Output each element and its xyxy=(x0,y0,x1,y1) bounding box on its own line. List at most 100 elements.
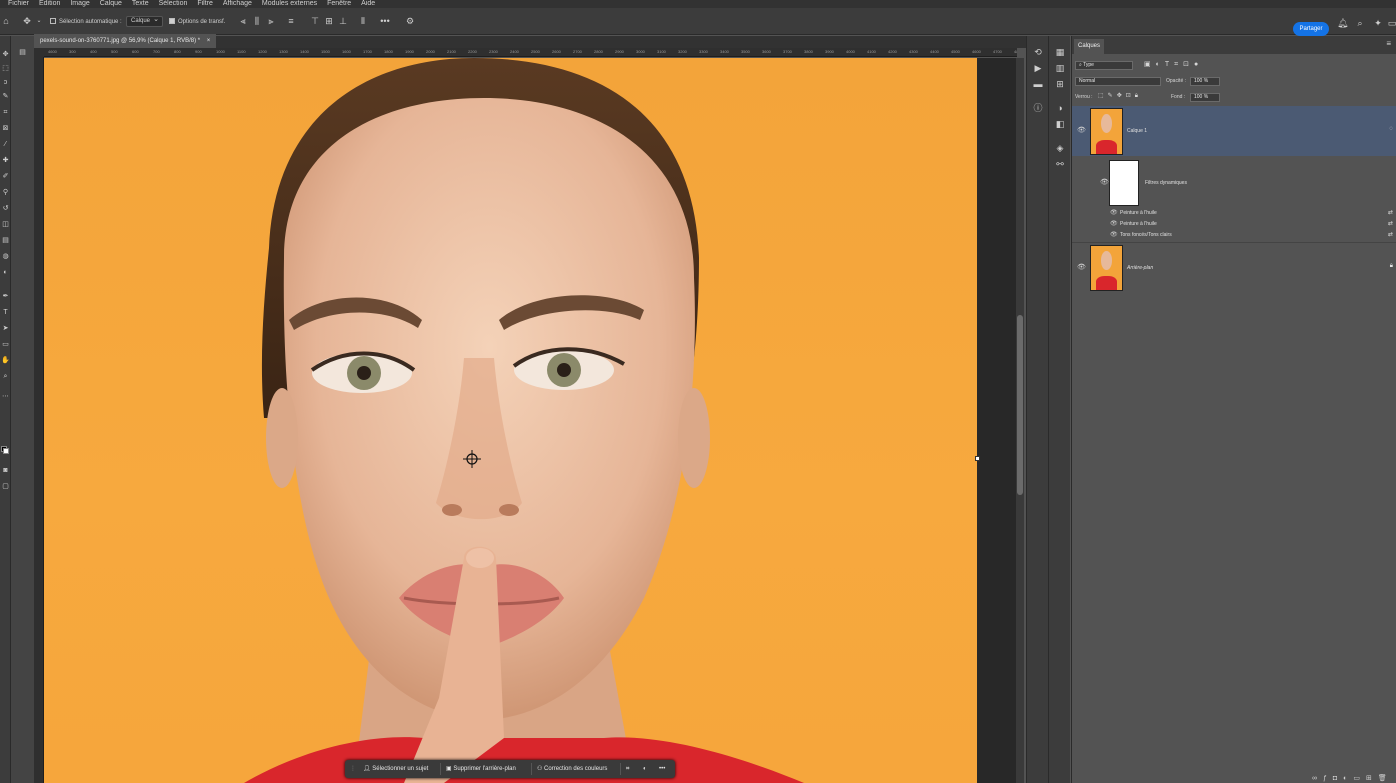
color-correction-button[interactable]: ⚇ Correction des couleurs xyxy=(537,764,607,774)
blend-options-icon[interactable]: ⇄ xyxy=(1388,220,1393,227)
gear-icon[interactable]: ⚙ xyxy=(405,16,415,26)
transform-handle[interactable] xyxy=(975,456,980,461)
share-button[interactable]: Partager xyxy=(1293,22,1329,36)
hand-tool-icon[interactable]: ✋ xyxy=(1,356,10,365)
workspace-icon[interactable]: ▭ xyxy=(1387,18,1396,28)
blend-options-icon[interactable]: ⇄ xyxy=(1388,209,1393,216)
eyedropper-tool-icon[interactable]: ⁄ xyxy=(1,140,10,149)
fill-input[interactable]: 100 % xyxy=(1190,93,1220,102)
distribute-vertical-icon[interactable]: ⦀ xyxy=(358,16,368,26)
shape-tool-icon[interactable]: ▭ xyxy=(1,340,10,349)
image-filter-icon[interactable]: ▣ xyxy=(1144,61,1156,68)
layer-row-background[interactable]: 👁︎ Arrière-plan 🔒︎ xyxy=(1072,242,1396,292)
trash-icon[interactable]: 🗑︎ xyxy=(1378,775,1393,782)
visibility-eye-icon[interactable]: 👁︎ xyxy=(1110,209,1118,216)
visibility-eye-icon[interactable]: 👁︎ xyxy=(1110,231,1118,238)
scrollbar-thumb[interactable] xyxy=(1017,315,1023,495)
properties-icon[interactable]: ◧ xyxy=(1053,118,1067,130)
lightbulb-icon[interactable]: ✦ xyxy=(1373,18,1383,28)
menu-window[interactable]: Fenêtre xyxy=(327,0,351,8)
adjustment-icon[interactable]: ◐ xyxy=(1343,775,1353,782)
background-color-swatch[interactable] xyxy=(3,448,9,454)
history-brush-icon[interactable]: ↺ xyxy=(1,204,10,213)
align-right-icon[interactable]: ⫸ xyxy=(266,16,276,26)
paths-icon[interactable]: ⚯ xyxy=(1053,158,1067,170)
info-icon[interactable]: ⓘ xyxy=(1031,102,1045,114)
layers-icon[interactable]: ◈ xyxy=(1053,142,1067,154)
align-middle-icon[interactable]: ⊞ xyxy=(324,16,334,26)
search-icon[interactable]: ⌕ xyxy=(1355,18,1365,28)
align-bottom-icon[interactable]: ⊥ xyxy=(338,16,348,26)
menu-file[interactable]: Fichier xyxy=(8,0,29,8)
path-select-icon[interactable]: ➤ xyxy=(1,324,10,333)
remove-background-button[interactable]: ▣ Supprimer l'arrière-plan xyxy=(446,764,516,774)
brush-tool-icon[interactable]: ✐ xyxy=(1,172,10,181)
lock-transparency-icon[interactable]: ⬚ xyxy=(1098,93,1108,99)
opacity-input[interactable]: 100 % xyxy=(1190,77,1220,86)
marquee-tool-icon[interactable]: ⬚ xyxy=(1,64,10,73)
visibility-eye-icon[interactable]: 👁︎ xyxy=(1110,220,1118,227)
more-button[interactable]: ••• xyxy=(659,764,665,774)
adjustment-filter-icon[interactable]: ◐ xyxy=(1156,61,1165,68)
bell-icon[interactable]: 🔔︎ xyxy=(1337,18,1348,28)
blur-tool-icon[interactable]: ◍ xyxy=(1,252,10,261)
contrast-icon[interactable]: ◐ xyxy=(643,764,647,774)
filter-row-shadows-highlights[interactable]: 👁︎ Tons foncés/Tons clairs ⇄ xyxy=(1072,230,1396,241)
visibility-eye-icon[interactable]: 👁︎ xyxy=(1077,126,1086,134)
smart-object-filter-icon[interactable]: ⊡ xyxy=(1183,61,1194,68)
chevron-down-icon[interactable]: ⌄ xyxy=(34,16,44,26)
portrait-photo[interactable] xyxy=(44,58,977,783)
panel-menu-icon[interactable]: ≡ xyxy=(1386,39,1391,48)
stamp-tool-icon[interactable]: ⚲ xyxy=(1,188,10,197)
folder-icon[interactable]: ▭ xyxy=(1353,775,1366,782)
filter-row-oil-paint-2[interactable]: 👁︎ Peinture à l'huile ⇄ xyxy=(1072,219,1396,230)
mask-icon[interactable]: ◘ xyxy=(1333,775,1343,782)
healing-brush-icon[interactable]: ✚ xyxy=(1,156,10,165)
lasso-tool-icon[interactable]: ↄ xyxy=(1,78,10,87)
layer-row-calque-1[interactable]: 👁︎ Calque 1 ◌ xyxy=(1072,106,1396,156)
fx-icon[interactable]: ƒ xyxy=(1323,775,1333,782)
type-filter-icon[interactable]: T xyxy=(1165,61,1174,68)
document-tab[interactable]: pexels-sound-on-3760771.jpg @ 56,9% (Cal… xyxy=(34,34,217,48)
screen-mode-icon[interactable]: ▢ xyxy=(1,482,10,491)
zoom-tool-icon[interactable]: ⌕ xyxy=(1,372,10,381)
filter-toggle-icon[interactable]: ● xyxy=(1194,61,1203,68)
visibility-eye-icon[interactable]: 👁︎ xyxy=(1100,178,1109,186)
ruler-vertical[interactable] xyxy=(34,57,44,783)
quick-select-tool-icon[interactable]: ✎ xyxy=(1,92,10,101)
swatches-icon[interactable]: ▦ xyxy=(1053,46,1067,58)
menu-edit[interactable]: Edition xyxy=(39,0,60,8)
type-tool-icon[interactable]: T xyxy=(1,308,10,317)
visibility-eye-icon[interactable]: 👁︎ xyxy=(1077,263,1086,271)
quick-mask-icon[interactable]: ◙ xyxy=(1,466,10,475)
menu-image[interactable]: Image xyxy=(70,0,89,8)
smart-filter-icon[interactable]: ◌ xyxy=(1389,126,1393,132)
more-options-button[interactable]: ••• xyxy=(380,16,390,26)
patterns-icon[interactable]: ⊞ xyxy=(1053,78,1067,90)
menu-help[interactable]: Aide xyxy=(361,0,375,8)
move-tool-icon[interactable]: ✥ xyxy=(22,16,32,26)
distribute-icon[interactable]: ≡ xyxy=(286,16,296,26)
panel-toggle-icon[interactable]: ▤ xyxy=(18,48,27,57)
move-tool-icon[interactable]: ✥ xyxy=(1,50,10,59)
layer-row-smart-filters[interactable]: 👁︎ Filtres dynamiques xyxy=(1072,158,1396,208)
close-tab-icon[interactable]: × xyxy=(207,38,211,44)
filter-kind-dropdown[interactable]: ⌕ Type xyxy=(1075,61,1133,70)
auto-select-target-dropdown[interactable]: Calque xyxy=(126,15,164,27)
align-left-icon[interactable]: ⫷ xyxy=(238,16,248,26)
play-actions-icon[interactable]: ▶ xyxy=(1031,62,1045,74)
link-icon[interactable]: ∞ xyxy=(1312,775,1323,782)
ruler-horizontal[interactable]: 4600 300 400 500 600 700 800 900 1000 1100 1200 130… xyxy=(44,48,1017,57)
transform-controls-checkbox[interactable]: Options de transf. xyxy=(169,17,225,27)
history-icon[interactable]: ⟲ xyxy=(1031,46,1045,58)
blend-mode-dropdown[interactable]: Normal xyxy=(1075,77,1161,86)
crop-tool-icon[interactable]: ⌗ xyxy=(1,108,10,117)
libraries-icon[interactable]: ▥ xyxy=(1053,62,1067,74)
lock-pixels-icon[interactable]: ✎ xyxy=(1108,93,1117,99)
lock-artboard-icon[interactable]: ⊡ xyxy=(1126,93,1135,99)
drag-handle-icon[interactable]: ⋮ xyxy=(350,764,356,774)
more-tools-icon[interactable]: ⋯ xyxy=(1,392,10,401)
menu-filter[interactable]: Filtre xyxy=(197,0,213,8)
menu-select[interactable]: Sélection xyxy=(159,0,188,8)
gradient-tool-icon[interactable]: ▤ xyxy=(1,236,10,245)
